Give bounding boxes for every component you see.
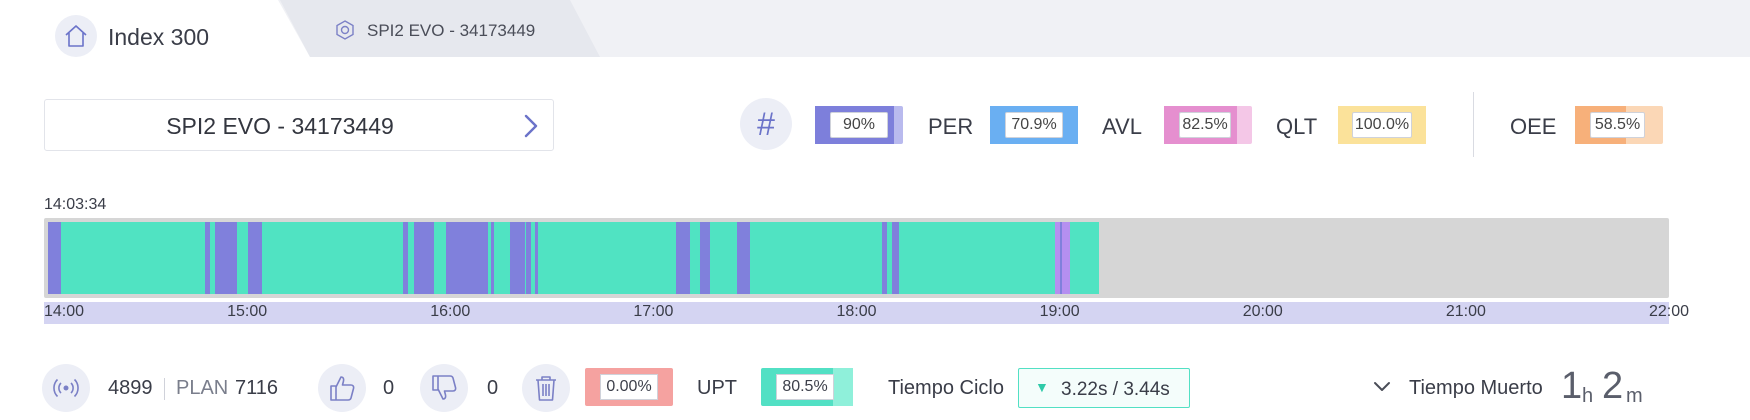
signal-button[interactable] bbox=[42, 364, 90, 412]
axis-tick-label: 21:00 bbox=[1445, 303, 1486, 320]
kpi-divider bbox=[1473, 92, 1474, 157]
timeline-segment-stop[interactable] bbox=[248, 222, 262, 294]
upt-label: UPT bbox=[697, 377, 737, 399]
trash-icon bbox=[536, 376, 556, 401]
timeline-segment-stop[interactable] bbox=[676, 222, 690, 294]
timeline-segment-run[interactable] bbox=[261, 222, 404, 294]
dead-time-minutes: 2 bbox=[1602, 365, 1624, 407]
plan-value: 7116 bbox=[235, 377, 279, 399]
hexagon-nut-icon bbox=[336, 20, 354, 40]
timeline-start-time: 14:03:34 bbox=[44, 196, 107, 213]
produced-count: 4899 bbox=[108, 377, 153, 399]
kpi-qlt-value: 100.0% bbox=[1352, 112, 1412, 138]
axis-tick-label: 17:00 bbox=[633, 303, 674, 320]
kpi-oee-bar: 58.5% bbox=[1575, 106, 1663, 144]
chevron-right-icon bbox=[524, 114, 538, 138]
axis-tick-label: 14:00 bbox=[44, 303, 85, 320]
kpi-avl-label: AVL bbox=[1102, 114, 1142, 139]
timeline-segment-run[interactable] bbox=[236, 222, 249, 294]
axis-tick-label: 16:00 bbox=[430, 303, 471, 320]
home-button[interactable] bbox=[55, 15, 97, 57]
axis-tick-label: 19:00 bbox=[1039, 303, 1080, 320]
axis-tick-label: 22:00 bbox=[1648, 303, 1690, 320]
timeline-segment-run[interactable] bbox=[538, 222, 677, 294]
timeline-segment-stop[interactable] bbox=[891, 222, 899, 294]
dead-time-hours-unit: h bbox=[1582, 385, 1594, 407]
axis-tick-label: 18:00 bbox=[836, 303, 877, 320]
timeline-segment-stop[interactable] bbox=[413, 222, 434, 294]
chevron-down-icon[interactable] bbox=[1372, 379, 1392, 395]
scrap-percentage-value: 0.00% bbox=[600, 374, 658, 400]
kpi-oee-label: OEE bbox=[1510, 114, 1557, 139]
good-count: 0 bbox=[383, 377, 395, 399]
machine-selector-label: SPI2 EVO - 34173449 bbox=[166, 113, 394, 139]
scrap-percentage: 0.00% bbox=[585, 368, 673, 406]
timeline-segment-stop[interactable] bbox=[736, 222, 751, 294]
tab-bar: Index 300 SPI2 EVO - 34173449 bbox=[0, 0, 1750, 57]
kpi-per-value: 70.9% bbox=[1005, 112, 1063, 138]
state-timeline[interactable] bbox=[44, 218, 1669, 298]
page-title: Index 300 bbox=[108, 24, 210, 50]
timeline-segment-run[interactable] bbox=[689, 222, 700, 294]
timeline-segment-run[interactable] bbox=[1070, 222, 1100, 294]
home-icon bbox=[65, 25, 87, 47]
timeline-segment-run[interactable] bbox=[750, 222, 882, 294]
bad-count: 0 bbox=[487, 377, 499, 399]
axis-tick-label: 20:00 bbox=[1242, 303, 1283, 320]
timeline-segment-stop[interactable] bbox=[445, 222, 488, 294]
dead-time-hours: 1 bbox=[1561, 365, 1583, 407]
cycle-time-label: Tiempo Ciclo bbox=[888, 377, 1004, 399]
stat-separator bbox=[164, 378, 165, 400]
upt-value: 80.5% bbox=[776, 374, 834, 400]
cycle-time-box: ▼ 3.22s / 3.44s bbox=[1018, 368, 1190, 408]
tab-home[interactable]: Index 300 bbox=[0, 0, 310, 57]
dead-time-minutes-unit: m bbox=[1626, 385, 1643, 407]
scrap-button[interactable] bbox=[522, 364, 570, 412]
kpi-avl-bar: 82.5% bbox=[1164, 106, 1252, 144]
timeline-segment-run[interactable] bbox=[433, 222, 446, 294]
axis-tick-label: 15:00 bbox=[227, 303, 268, 320]
timeline-segment-other[interactable] bbox=[1061, 222, 1071, 294]
kpi-qlt-bar: 100.0% bbox=[1338, 106, 1426, 144]
kpi-base-bar: 90% bbox=[815, 106, 903, 144]
kpi-qlt-label: QLT bbox=[1276, 114, 1318, 139]
machine-selector[interactable]: SPI2 EVO - 34173449 bbox=[44, 99, 554, 151]
kpi-base-value: 90% bbox=[830, 112, 888, 138]
kpi-per-label: PER bbox=[928, 114, 974, 139]
bad-parts-button[interactable] bbox=[420, 364, 468, 412]
good-parts-button[interactable] bbox=[318, 364, 366, 412]
upt-bar: 80.5% bbox=[761, 368, 853, 406]
timeline-segment-run[interactable] bbox=[494, 222, 510, 294]
kpi-per-bar: 70.9% bbox=[990, 106, 1078, 144]
hash-icon[interactable]: # bbox=[740, 98, 792, 150]
hash-symbol: # bbox=[757, 105, 775, 142]
tab-machine-label: SPI2 EVO - 34173449 bbox=[367, 21, 536, 40]
timeline-segment-run[interactable] bbox=[898, 222, 1056, 294]
tab-machine[interactable]: SPI2 EVO - 34173449 bbox=[280, 0, 600, 57]
timeline-axis: 14:00 15:00 16:00 17:00 18:00 19:00 20:00 21:00… bbox=[44, 302, 1689, 324]
timeline-segment-stop[interactable] bbox=[48, 222, 62, 294]
timeline-segment-stop[interactable] bbox=[699, 222, 710, 294]
upt-bar-remainder bbox=[833, 368, 853, 406]
timeline-segment-stop[interactable] bbox=[214, 222, 237, 294]
kpi-avl-value: 82.5% bbox=[1179, 112, 1231, 138]
timeline-segment-run[interactable] bbox=[61, 222, 205, 294]
thumbs-up-icon bbox=[330, 376, 355, 401]
kpi-oee-value: 58.5% bbox=[1590, 112, 1645, 138]
cycle-time-value: 3.22s / 3.44s bbox=[1061, 379, 1170, 400]
broadcast-icon bbox=[53, 378, 79, 398]
timeline-segment-stop[interactable] bbox=[509, 222, 525, 294]
plan-label: PLAN bbox=[176, 377, 229, 399]
dead-time-label: Tiempo Muerto bbox=[1409, 377, 1543, 399]
triangle-down-icon: ▼ bbox=[1035, 379, 1049, 395]
thumbs-down-icon bbox=[432, 375, 457, 400]
timeline-segment-run[interactable] bbox=[709, 222, 737, 294]
